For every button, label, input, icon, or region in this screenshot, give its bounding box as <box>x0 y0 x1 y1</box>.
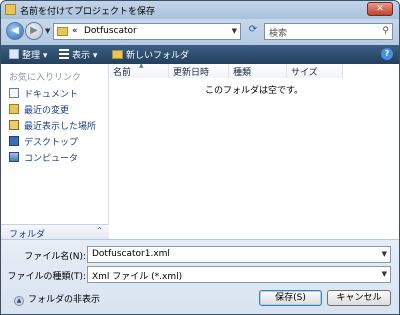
recent-places-icon <box>9 120 19 130</box>
command-toolbar: 整理 ▾ 表示 ▾ 新しいフォルダ ? <box>1 45 399 64</box>
address-bar: ◀ ▶ ▼ « Dotfuscator ▼ ⟳ 検索 ⚲ <box>1 19 399 45</box>
window-title: 名前を付けてプロジェクトを保存 <box>20 7 156 17</box>
recent-pages-dropdown-icon[interactable]: ▼ <box>45 27 50 35</box>
documents-icon <box>9 88 19 98</box>
chevron-up-icon: ⌃ <box>96 226 103 235</box>
save-button[interactable]: 保存(S) <box>259 290 322 306</box>
filetype-select[interactable]: Xml ファイル (*.xml) ▼ <box>87 266 391 283</box>
current-path[interactable]: Dotfuscator <box>84 26 137 36</box>
organize-icon <box>9 49 19 59</box>
filetype-label: ファイルの種類(T): <box>7 272 86 282</box>
computer-icon <box>9 152 19 162</box>
title-bar: 名前を付けてプロジェクトを保存 ✕ <box>1 1 399 19</box>
organize-button[interactable]: 整理 ▾ <box>9 48 47 62</box>
nav-link-label: コンピュータ <box>24 154 79 164</box>
empty-folder-message: このフォルダは空です。 <box>204 86 304 96</box>
view-label: 表示 ▾ <box>72 51 98 61</box>
column-header-modified[interactable]: 更新日時 <box>169 64 229 78</box>
forward-button[interactable]: ▶ <box>25 22 43 40</box>
new-folder-label: 新しいフォルダ <box>126 51 190 61</box>
chevron-up-icon: ▲ <box>14 296 24 306</box>
new-folder-icon <box>112 50 123 59</box>
nav-link-computer[interactable]: コンピュータ <box>9 151 78 165</box>
search-placeholder: 検索 <box>269 29 288 39</box>
column-header-type[interactable]: 種類 <box>229 64 287 78</box>
cancel-button[interactable]: キャンセル <box>327 290 391 306</box>
hide-folders-label: フォルダの非表示 <box>28 295 101 305</box>
help-icon[interactable]: ? <box>381 48 393 60</box>
close-button[interactable]: ✕ <box>367 2 393 16</box>
chevron-down-icon[interactable]: ▼ <box>382 250 387 258</box>
nav-link-recent-places[interactable]: 最近表示した場所 <box>9 119 96 133</box>
address-path-box[interactable]: « Dotfuscator ▼ <box>53 23 241 40</box>
filename-field[interactable]: Dotfuscator1.xml ▼ <box>87 246 391 263</box>
nav-link-desktop[interactable]: デスクトップ <box>9 135 78 149</box>
desktop-icon <box>9 136 19 146</box>
column-header-name[interactable]: 名前 ▲ <box>109 62 169 78</box>
filetype-value: Xml ファイル (*.xml) <box>92 272 183 282</box>
view-icon <box>59 49 69 59</box>
nav-link-label: ドキュメント <box>24 90 79 100</box>
nav-link-label: デスクトップ <box>24 138 79 148</box>
column-header-size[interactable]: サイズ <box>287 64 343 78</box>
nav-link-documents[interactable]: ドキュメント <box>9 87 78 101</box>
folders-toggle[interactable]: フォルダ ⌃ <box>1 224 109 240</box>
hide-folders-toggle[interactable]: ▲ フォルダの非表示 <box>14 292 100 306</box>
save-form-panel: ファイル名(N): Dotfuscator1.xml ▼ ファイルの種類(T):… <box>1 239 399 314</box>
sort-ascending-icon: ▲ <box>139 62 144 69</box>
search-input[interactable]: 検索 ⚲ <box>264 23 393 40</box>
column-header-label: 名前 <box>113 68 132 78</box>
nav-link-label: 最近の変更 <box>24 106 70 116</box>
view-button[interactable]: 表示 ▾ <box>59 48 97 62</box>
refresh-icon[interactable]: ⟳ <box>245 24 261 39</box>
back-button[interactable]: ◀ <box>6 22 24 40</box>
filename-label: ファイル名(N): <box>24 252 86 262</box>
folder-icon <box>57 27 68 36</box>
save-project-dialog: 名前を付けてプロジェクトを保存 ✕ ◀ ▶ ▼ « Dotfuscator ▼ … <box>0 0 400 315</box>
recent-changes-icon <box>9 104 19 114</box>
chevron-down-icon[interactable]: ▼ <box>232 27 237 35</box>
chevron-down-icon[interactable]: ▼ <box>382 270 387 278</box>
nav-link-label: 最近表示した場所 <box>24 122 97 132</box>
file-list[interactable]: 名前 ▲ 更新日時 種類 サイズ このフォルダは空です。 <box>109 62 399 239</box>
nav-link-recent-changes[interactable]: 最近の変更 <box>9 103 69 117</box>
folder-icon <box>5 4 16 15</box>
path-overflow-chevron[interactable]: « <box>72 26 78 36</box>
navigation-pane: お気に入りリンク ドキュメント 最近の変更 最近表示した場所 デスクトップ コン… <box>1 64 109 240</box>
filename-value[interactable]: Dotfuscator1.xml <box>92 249 170 259</box>
organize-label: 整理 ▾ <box>22 51 48 61</box>
new-folder-button[interactable]: 新しいフォルダ <box>112 48 189 62</box>
favorite-links-heading: お気に入りリンク <box>9 73 82 83</box>
search-icon[interactable]: ⚲ <box>382 26 389 36</box>
